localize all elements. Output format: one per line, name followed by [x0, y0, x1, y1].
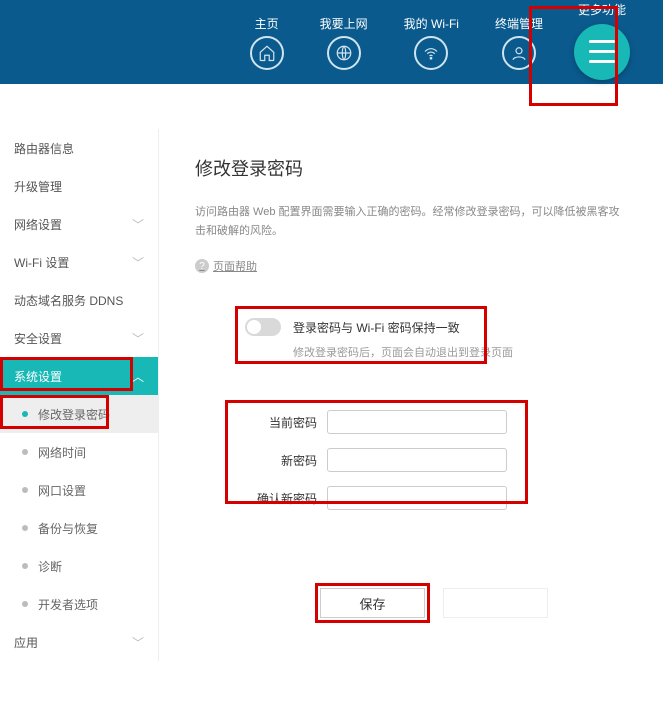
sidebar-item-apps[interactable]: 应用 ﹀ — [0, 623, 158, 661]
help-link[interactable]: ? 页面帮助 — [195, 258, 623, 274]
nav-wifi-label: 我的 Wi-Fi — [404, 15, 459, 32]
chevron-down-icon: ﹀ — [132, 254, 144, 271]
sidebar-item-network[interactable]: 网络设置 ﹀ — [0, 205, 158, 243]
chevron-down-icon: ﹀ — [132, 216, 144, 233]
highlight-save — [315, 583, 430, 623]
sidebar: 路由器信息 升级管理 网络设置 ﹀ Wi-Fi 设置 ﹀ 动态域名服务 DDNS 安… — [0, 129, 159, 661]
current-pwd-label: 当前密码 — [245, 414, 317, 431]
sidebar-sub-label: 备份与恢复 — [38, 520, 98, 537]
same-as-wifi-toggle[interactable] — [245, 318, 281, 336]
dot-icon — [22, 487, 28, 493]
sidebar-item-security[interactable]: 安全设置 ﹀ — [0, 319, 158, 357]
sidebar-item-system[interactable]: 系统设置 ︿ — [0, 357, 158, 395]
help-icon: ? — [195, 259, 209, 273]
sidebar-sub-label: 网络时间 — [38, 444, 86, 461]
top-nav: 主页 我要上网 我的 Wi-Fi 终端管理 更多功能 — [0, 0, 663, 84]
nav-home[interactable]: 主页 — [250, 15, 284, 70]
sidebar-sub-net-time[interactable]: 网络时间 — [0, 433, 158, 471]
new-pwd-input[interactable] — [327, 448, 507, 472]
sidebar-sub-label: 网口设置 — [38, 482, 86, 499]
sidebar-label: 应用 — [14, 634, 38, 651]
sidebar-sub-label: 开发者选项 — [38, 596, 98, 613]
chevron-down-icon: ﹀ — [132, 330, 144, 347]
new-pwd-label: 新密码 — [245, 452, 317, 469]
sidebar-label: 安全设置 — [14, 330, 62, 347]
dot-icon — [22, 601, 28, 607]
nav-home-label: 主页 — [255, 15, 279, 32]
sidebar-sub-port[interactable]: 网口设置 — [0, 471, 158, 509]
page-desc: 访问路由器 Web 配置界面需要输入正确的密码。经常修改登录密码，可以降低被黑客… — [195, 203, 623, 240]
nav-internet[interactable]: 我要上网 — [320, 15, 368, 70]
sidebar-sub-diag[interactable]: 诊断 — [0, 547, 158, 585]
nav-more[interactable]: 更多功能 — [561, 5, 643, 80]
sidebar-sub-change-pwd[interactable]: 修改登录密码 — [0, 395, 158, 433]
sidebar-sub-label: 诊断 — [38, 558, 62, 575]
sidebar-sub-dev-opts[interactable]: 开发者选项 — [0, 585, 158, 623]
sidebar-sub-label: 修改登录密码 — [38, 406, 110, 423]
sidebar-label: 系统设置 — [14, 368, 62, 385]
dot-icon — [22, 525, 28, 531]
sidebar-label: 升级管理 — [14, 178, 62, 195]
sidebar-sub-backup[interactable]: 备份与恢复 — [0, 509, 158, 547]
page-title: 修改登录密码 — [195, 155, 623, 181]
chevron-down-icon: ﹀ — [132, 634, 144, 651]
main-area: 路由器信息 升级管理 网络设置 ﹀ Wi-Fi 设置 ﹀ 动态域名服务 DDNS 安… — [0, 129, 663, 661]
sidebar-label: Wi-Fi 设置 — [14, 254, 69, 271]
sidebar-label: 路由器信息 — [14, 140, 74, 157]
sidebar-label: 网络设置 — [14, 216, 62, 233]
secondary-button[interactable] — [443, 588, 548, 618]
button-row: 保存 — [245, 588, 623, 618]
dot-icon — [22, 563, 28, 569]
nav-wifi[interactable]: 我的 Wi-Fi — [404, 15, 459, 70]
hamburger-icon[interactable] — [574, 24, 630, 80]
sidebar-label: 动态域名服务 DDNS — [14, 292, 123, 309]
sidebar-item-wifi[interactable]: Wi-Fi 设置 ﹀ — [0, 243, 158, 281]
dot-icon — [22, 449, 28, 455]
sidebar-item-upgrade[interactable]: 升级管理 — [0, 167, 158, 205]
toggle-label: 登录密码与 Wi-Fi 密码保持一致 — [293, 319, 460, 336]
home-icon — [250, 36, 284, 70]
dot-icon — [22, 411, 28, 417]
toggle-hint: 修改登录密码后，页面会自动退出到登录页面 — [293, 344, 623, 360]
chevron-up-icon: ︿ — [132, 368, 144, 385]
toggle-block: 登录密码与 Wi-Fi 密码保持一致 修改登录密码后，页面会自动退出到登录页面 — [245, 312, 623, 372]
current-pwd-input[interactable] — [327, 410, 507, 434]
help-label: 页面帮助 — [213, 258, 257, 274]
nav-devices[interactable]: 终端管理 — [495, 15, 543, 70]
sidebar-item-router-info[interactable]: 路由器信息 — [0, 129, 158, 167]
password-fields: 当前密码 新密码 确认新密码 — [245, 406, 623, 528]
wifi-icon — [414, 36, 448, 70]
nav-more-label: 更多功能 — [578, 1, 626, 18]
sidebar-item-ddns[interactable]: 动态域名服务 DDNS — [0, 281, 158, 319]
confirm-pwd-label: 确认新密码 — [245, 490, 317, 507]
nav-internet-label: 我要上网 — [320, 15, 368, 32]
user-icon — [502, 36, 536, 70]
content: 修改登录密码 访问路由器 Web 配置界面需要输入正确的密码。经常修改登录密码，… — [159, 129, 663, 661]
confirm-pwd-input[interactable] — [327, 486, 507, 510]
form-area: 登录密码与 Wi-Fi 密码保持一致 修改登录密码后，页面会自动退出到登录页面 … — [245, 312, 623, 618]
globe-icon — [327, 36, 361, 70]
nav-devices-label: 终端管理 — [495, 15, 543, 32]
